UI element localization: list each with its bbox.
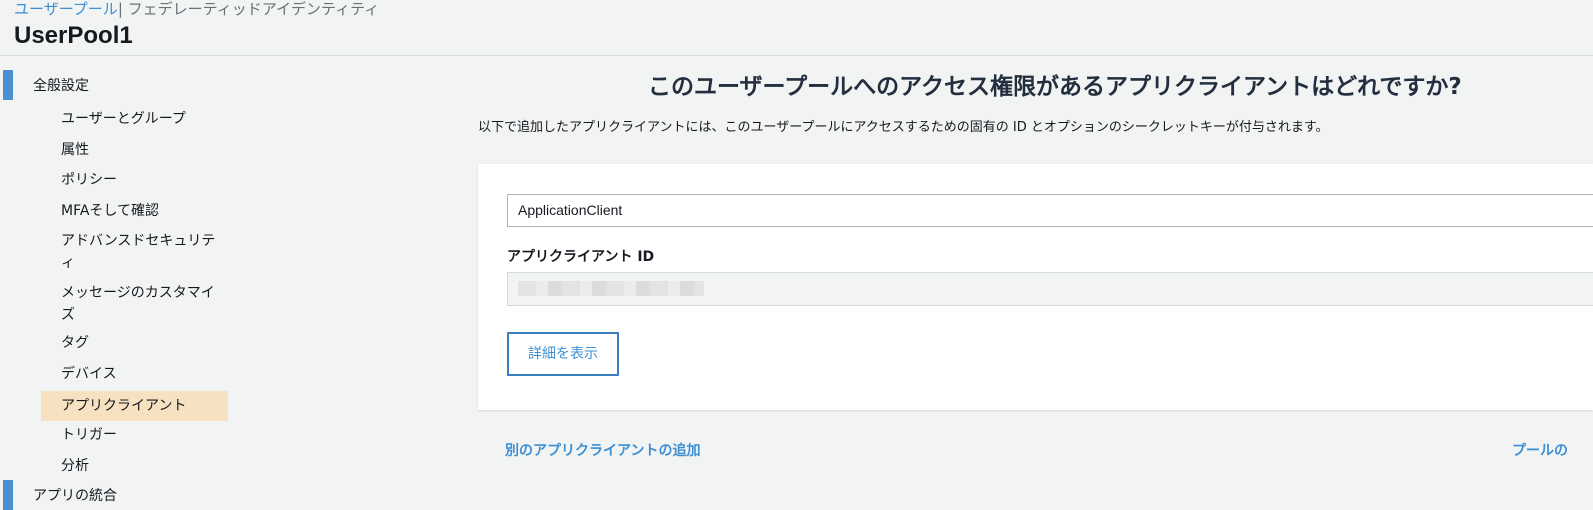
breadcrumb-separator: | xyxy=(117,0,123,18)
show-details-button[interactable]: 詳細を表示 xyxy=(507,332,619,376)
section-indicator-app-integration xyxy=(3,480,13,510)
sidebar-section-general[interactable]: 全般設定 xyxy=(33,77,89,95)
sidebar-item-policies[interactable]: ポリシー xyxy=(41,169,228,191)
section-indicator-general xyxy=(3,70,13,100)
sidebar-item-mfa[interactable]: MFAそして確認 xyxy=(41,200,228,222)
sidebar-nav: 全般設定 ユーザーとグループ 属性 ポリシー MFAそして確認 アドバンスドセキ… xyxy=(0,56,240,510)
sidebar-item-users-and-groups[interactable]: ユーザーとグループ xyxy=(41,108,228,130)
main-description: 以下で追加したアプリクライアントには、このユーザープールにアクセスするための固有… xyxy=(478,120,1329,135)
sidebar-item-advanced-security[interactable]: アドバンスドセキュリティ xyxy=(41,230,221,274)
app-client-name[interactable]: ApplicationClient xyxy=(507,194,1593,227)
page-title: UserPool1 xyxy=(14,22,133,49)
sidebar-item-devices[interactable]: デバイス xyxy=(41,363,228,385)
page-header: ユーザープール| フェデレーティッドアイデンティティ UserPool1 xyxy=(0,0,1593,56)
app-client-card: ApplicationClient アプリクライアント ID 詳細を表示 xyxy=(478,164,1593,410)
add-another-app-client-link[interactable]: 別のアプリクライアントの追加 xyxy=(505,441,700,461)
sidebar-item-message-customizations[interactable]: メッセージのカスタマイズ xyxy=(41,282,221,326)
sidebar-item-tags[interactable]: タグ xyxy=(41,332,228,354)
sidebar-item-triggers[interactable]: トリガー xyxy=(41,424,228,446)
sidebar-item-attributes[interactable]: 属性 xyxy=(41,139,228,161)
breadcrumb-user-pools-link[interactable]: ユーザープール xyxy=(14,0,118,18)
breadcrumb: ユーザープール| フェデレーティッドアイデンティティ xyxy=(14,0,379,18)
app-client-id-field[interactable] xyxy=(507,272,1593,306)
sidebar-section-app-integration[interactable]: アプリの統合 xyxy=(33,487,117,505)
sidebar-item-analytics[interactable]: 分析 xyxy=(41,455,228,477)
return-to-pool-link[interactable]: プールの xyxy=(1512,441,1593,461)
breadcrumb-federated-identities-link[interactable]: フェデレーティッドアイデンティティ xyxy=(128,0,380,18)
redacted-client-id xyxy=(518,281,704,296)
main-heading: このユーザープールへのアクセス権限があるアプリクライアントはどれですか? xyxy=(648,74,1462,100)
app-client-id-label: アプリクライアント ID xyxy=(507,249,655,265)
sidebar-item-app-clients[interactable]: アプリクライアント xyxy=(41,391,228,421)
